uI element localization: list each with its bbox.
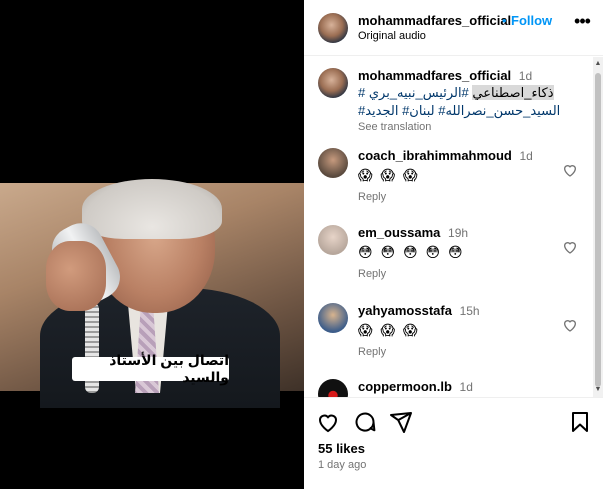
- avatar[interactable]: [318, 379, 348, 397]
- comment-time: 15h: [459, 304, 480, 318]
- separator-dot: •: [502, 13, 507, 28]
- heart-icon[interactable]: [316, 410, 340, 434]
- scroll-up-icon[interactable]: ▲: [594, 60, 602, 68]
- heart-icon[interactable]: [562, 239, 578, 255]
- caption-username[interactable]: mohammadfares_official: [358, 68, 511, 83]
- comment-text: 😱 😱 😱: [358, 322, 420, 338]
- comment-text: 😱 😱 😱: [358, 167, 420, 183]
- avatar[interactable]: [318, 68, 348, 98]
- comment-username[interactable]: coach_ibrahimmahmoud: [358, 148, 512, 163]
- comment-time: 1d: [459, 380, 473, 394]
- video-player[interactable]: اتصال بين الأستاذ والسيد: [0, 0, 304, 489]
- hair-shape: [82, 179, 222, 239]
- comment-time: 19h: [448, 226, 469, 240]
- comment-username[interactable]: coppermoon.lb: [358, 379, 452, 394]
- avatar[interactable]: [318, 148, 348, 178]
- comments-list[interactable]: mohammadfares_official 1d ذكاء_اصطناعي #…: [304, 57, 603, 397]
- post-header: mohammadfares_official • Follow Original…: [304, 0, 603, 56]
- hashtag-line-2[interactable]: السيد_حسن_نصرالله# لبنان# الجديد#: [358, 102, 568, 119]
- comment-username[interactable]: em_oussama: [358, 225, 440, 240]
- caption-text: ذكاء_اصطناعي #الرئيس_نبيه_بري #: [358, 84, 568, 101]
- scrollbar-thumb[interactable]: [595, 73, 601, 387]
- avatar[interactable]: [318, 303, 348, 333]
- scrollbar[interactable]: ▲ ▼: [593, 57, 603, 397]
- action-bar: 55 likes 1 day ago: [304, 397, 603, 489]
- more-horizontal-icon[interactable]: •••: [572, 12, 592, 34]
- heart-icon[interactable]: [562, 162, 578, 178]
- share-icon[interactable]: [389, 410, 413, 434]
- caption-time: 1d: [518, 69, 533, 83]
- hand-shape: [46, 241, 106, 311]
- reply-button[interactable]: Reply: [358, 268, 568, 280]
- header-username[interactable]: mohammadfares_official: [358, 13, 511, 28]
- reply-button[interactable]: Reply: [358, 346, 568, 358]
- reply-button[interactable]: Reply: [358, 191, 568, 203]
- post-panel: mohammadfares_official • Follow Original…: [304, 0, 603, 489]
- post-date[interactable]: 1 day ago: [318, 459, 366, 471]
- avatar[interactable]: [318, 225, 348, 255]
- heart-icon[interactable]: [562, 317, 578, 333]
- bookmark-icon[interactable]: [568, 410, 592, 434]
- follow-button[interactable]: Follow: [511, 13, 552, 28]
- likes-count[interactable]: 55 likes: [318, 441, 365, 456]
- comment-text: 😳 😳 😳 😳 😳: [358, 244, 465, 260]
- video-caption: اتصال بين الأستاذ والسيد: [72, 352, 229, 385]
- scroll-down-icon[interactable]: ▼: [594, 386, 602, 394]
- comment-username[interactable]: yahyamosstafa: [358, 303, 452, 318]
- comment-icon[interactable]: [353, 410, 377, 434]
- avatar[interactable]: [318, 13, 348, 43]
- comment-time: 1d: [519, 149, 533, 163]
- see-translation-link[interactable]: See translation: [358, 121, 568, 133]
- hashtag-line-1[interactable]: #الرئيس_نبيه_بري #: [358, 85, 469, 100]
- audio-label[interactable]: Original audio: [358, 30, 426, 42]
- caption-plain-text: ذكاء_اصطناعي: [472, 85, 554, 100]
